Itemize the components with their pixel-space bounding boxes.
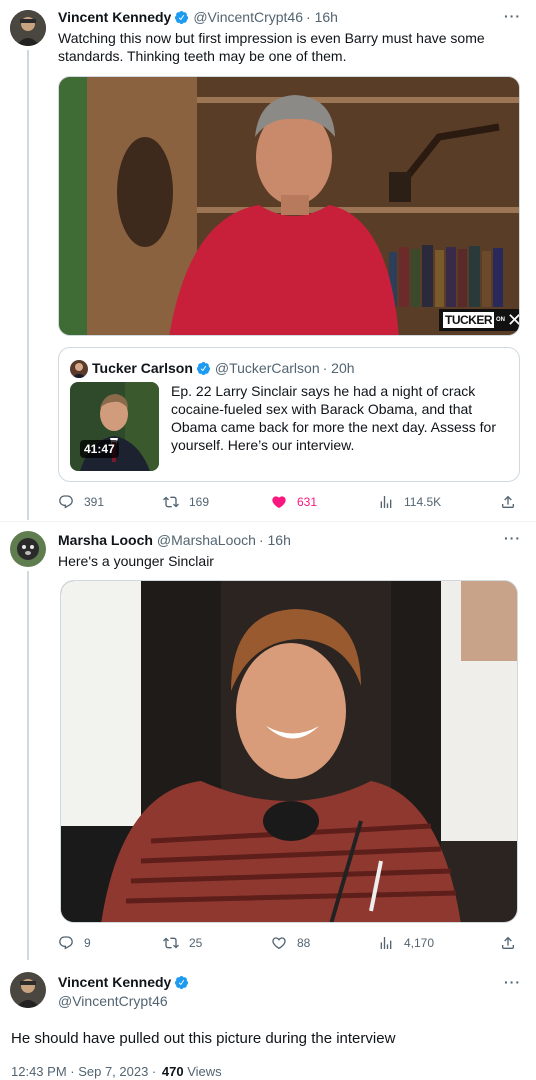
share-button[interactable]: [500, 935, 516, 951]
retweet-button[interactable]: 25: [163, 935, 202, 951]
views-count: 470: [161, 1064, 184, 1079]
author-handle[interactable]: @VincentCrypt46: [193, 9, 303, 25]
share-button[interactable]: [500, 494, 516, 510]
video-brand-text: TUCKER: [443, 312, 494, 328]
tweet-text: Here's a younger Sinclair: [58, 553, 214, 569]
avatar[interactable]: [10, 10, 46, 46]
more-options-icon[interactable]: ···: [504, 530, 521, 546]
views-label: Views: [187, 1064, 222, 1079]
quote-text: Ep. 22 Larry Sinclair says he had a nigh…: [171, 383, 496, 453]
heart-filled-icon: [272, 496, 286, 509]
quote-avatar[interactable]: [70, 360, 88, 378]
quoted-tweet[interactable]: Tucker Carlson @TuckerCarlson · 20h 41:4…: [58, 347, 520, 482]
retweet-icon: [163, 937, 179, 949]
share-icon: [502, 495, 514, 508]
photo-image: [61, 581, 517, 922]
tweet-header: Vincent Kennedy @VincentCrypt46 · 16h: [58, 9, 338, 25]
tweet-text: Watching this now but first impression i…: [58, 30, 485, 64]
more-options-icon[interactable]: ···: [504, 974, 521, 990]
author-name[interactable]: Vincent Kennedy: [58, 974, 171, 990]
like-count: 631: [297, 495, 318, 509]
reply-count: 9: [84, 936, 91, 950]
author-handle[interactable]: @MarshaLooch: [157, 532, 256, 548]
quote-author-handle[interactable]: @TuckerCarlson: [215, 360, 320, 376]
video-brand-logo: TUCKER ON ✕: [443, 311, 519, 329]
heart-outline-icon: [272, 937, 286, 950]
share-icon: [502, 936, 514, 949]
views-chart-icon: [380, 496, 392, 508]
author-handle[interactable]: @VincentCrypt46: [58, 993, 168, 1009]
tweet-header: Vincent Kennedy: [58, 974, 193, 990]
author-name[interactable]: Vincent Kennedy: [58, 9, 171, 25]
like-button[interactable]: 88: [271, 935, 310, 951]
thread-line: [27, 571, 29, 960]
video-duration-badge: 41:47: [80, 440, 119, 458]
reply-icon: [59, 936, 73, 950]
retweet-icon: [163, 496, 179, 508]
divider: [0, 521, 536, 522]
quote-author-name[interactable]: Tucker Carlson: [92, 360, 193, 376]
views-count: 4,170: [404, 936, 435, 950]
author-name[interactable]: Marsha Looch: [58, 532, 153, 548]
like-button[interactable]: 631: [271, 494, 317, 510]
verified-badge-icon: [196, 361, 210, 375]
retweet-count: 169: [189, 495, 210, 509]
avatar[interactable]: [10, 972, 46, 1008]
tweet-timestamp[interactable]: · 16h: [259, 532, 291, 548]
reply-button[interactable]: 391: [58, 494, 104, 510]
reply-count: 391: [84, 495, 105, 509]
views-button[interactable]: 114.5K: [378, 494, 441, 510]
tweet-timestamp[interactable]: 12:43 PM · Sep 7, 2023 ·: [11, 1064, 156, 1079]
retweet-count: 25: [189, 936, 203, 950]
tweet-video[interactable]: TUCKER ON ✕: [58, 76, 520, 336]
views-count: 114.5K: [404, 495, 442, 509]
views-button[interactable]: 4,170: [378, 935, 434, 951]
like-count: 88: [297, 936, 311, 950]
x-logo-icon: ✕: [507, 311, 519, 329]
tweet-header: Marsha Looch @MarshaLooch · 16h: [58, 532, 291, 548]
avatar[interactable]: [10, 531, 46, 567]
tweet-meta: 12:43 PM · Sep 7, 2023 · 470 Views: [11, 1064, 222, 1079]
more-options-icon[interactable]: ···: [504, 8, 521, 24]
quote-video-thumbnail[interactable]: 41:47: [70, 382, 159, 471]
quote-timestamp[interactable]: · 20h: [323, 360, 355, 376]
video-thumbnail: [59, 77, 519, 335]
thread-line: [27, 50, 29, 520]
reply-icon: [59, 495, 73, 509]
verified-badge-icon: [175, 10, 189, 24]
verified-badge-icon: [175, 975, 189, 989]
tweet-photo[interactable]: [60, 580, 518, 923]
views-chart-icon: [380, 937, 392, 949]
video-brand-suffix: ON: [496, 317, 505, 323]
retweet-button[interactable]: 169: [163, 494, 209, 510]
tweet-timestamp[interactable]: · 16h: [306, 9, 338, 25]
tweet-text: He should have pulled out this picture d…: [11, 1030, 396, 1047]
reply-button[interactable]: 9: [58, 935, 91, 951]
